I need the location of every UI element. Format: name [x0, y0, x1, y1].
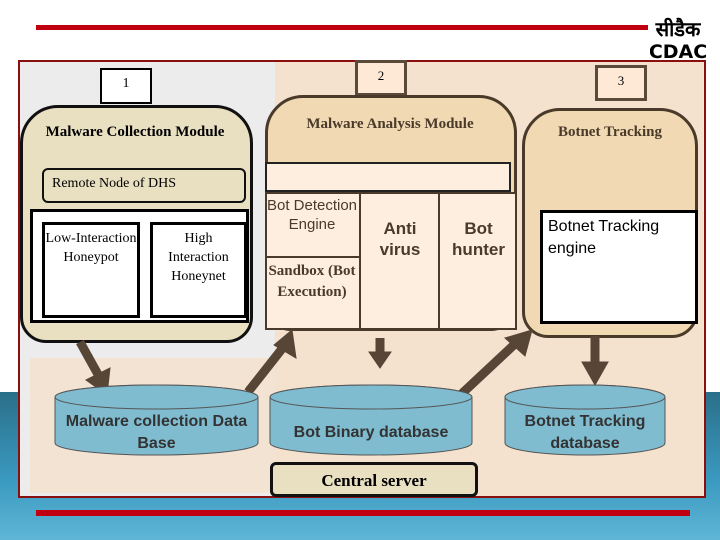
- bot-binary-db-label: Bot Binary database: [293, 424, 449, 441]
- botnet-tracking-db-label: Botnet Tracking database: [524, 413, 646, 452]
- central-server-box: Central server: [270, 462, 478, 497]
- connectors: [54, 329, 666, 456]
- arrow-collection-to-db: [76, 339, 104, 381]
- arrow-bindb-to-tracking: [451, 338, 521, 404]
- malware-collection-db-label: Malware collection Data Base: [65, 413, 248, 452]
- arrow-db-to-analysis: [244, 342, 289, 395]
